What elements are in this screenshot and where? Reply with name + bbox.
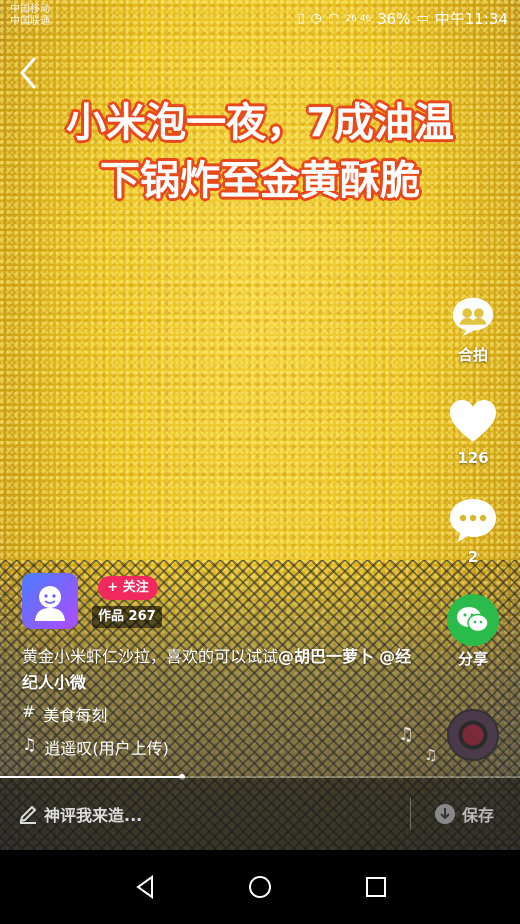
caption-line-2: 下锅炸至金黄酥脆 [100,158,420,204]
signal-icon: 26 46 [345,13,372,24]
pencil-icon [19,805,37,824]
share-button[interactable]: 分享 [443,594,503,669]
author-avatar[interactable] [22,573,78,629]
carrier-info: 中国移动 中国联通 [10,4,50,28]
like-count: 126 [457,449,489,467]
music-title: 逍遥叹(用户上传) [44,739,169,758]
duet-button[interactable]: 合拍 [443,290,503,365]
save-button[interactable]: 保存 [434,802,494,826]
carrier-2: 中国联通 [10,16,50,27]
save-label: 保存 [462,806,495,825]
alarm-icon: ◷ [310,11,323,26]
music-disc[interactable] [447,709,499,761]
comment-input[interactable]: 神评我来造... [18,802,142,826]
video-description: 黄金小米虾仁沙拉，喜欢的可以试试@胡巴一萝卜 @经纪人小微 [22,644,422,696]
works-count-badge[interactable]: 作品 267 [92,606,162,628]
wechat-icon [447,594,499,646]
heart-icon [447,395,499,447]
share-label: 分享 [457,650,488,668]
mention-link-1[interactable]: @胡巴一萝卜 [278,647,374,666]
floating-note-icon: ♫ [398,724,415,745]
status-icons: ▯ ◷ ◠ 26 46 36% ▭ 中午11:34 [298,8,508,29]
comment-button[interactable]: 2 [443,494,503,566]
hashtag-label: 美食每刻 [43,706,108,725]
battery-percent: 36% [377,9,411,28]
divider [410,798,411,830]
vibrate-icon: ▯ [297,11,305,26]
hashtag-link[interactable]: # 美食每刻 [22,702,107,726]
comment-icon [447,494,499,546]
comment-count: 2 [467,548,479,566]
system-nav-bar [0,850,520,924]
floating-note-icon-2: ♫ [424,746,438,764]
description-text: 黄金小米虾仁沙拉，喜欢的可以试试 [22,647,279,666]
user-avatar-icon [35,586,65,621]
comment-placeholder: 神评我来造... [44,806,143,825]
comment-bar: 神评我来造... 保存 [0,778,520,850]
chevron-left-icon [20,57,36,89]
back-button[interactable] [18,56,48,92]
duet-icon [447,290,499,342]
nav-home-icon[interactable] [247,874,273,900]
wifi-icon: ◠ [328,11,340,26]
duet-label: 合拍 [457,346,488,364]
nav-back-icon[interactable] [132,874,158,900]
battery-icon: ▭ [416,11,429,26]
hashtag-icon: # [22,702,36,721]
music-note-icon: ♫ [22,735,37,754]
nav-recents-icon[interactable] [363,874,389,900]
carrier-1: 中国移动 [10,4,50,15]
follow-button[interactable]: + 关注 [98,576,158,600]
like-button[interactable]: 126 [443,395,503,467]
download-icon [435,804,455,824]
clock: 中午11:34 [434,10,508,28]
caption-line-1: 小米泡一夜，7成油温 [66,100,454,146]
music-link[interactable]: ♫ 逍遥叹(用户上传) [22,735,169,759]
status-bar: 中国移动 中国联通 ▯ ◷ ◠ 26 46 36% ▭ 中午11:34 [0,0,520,36]
